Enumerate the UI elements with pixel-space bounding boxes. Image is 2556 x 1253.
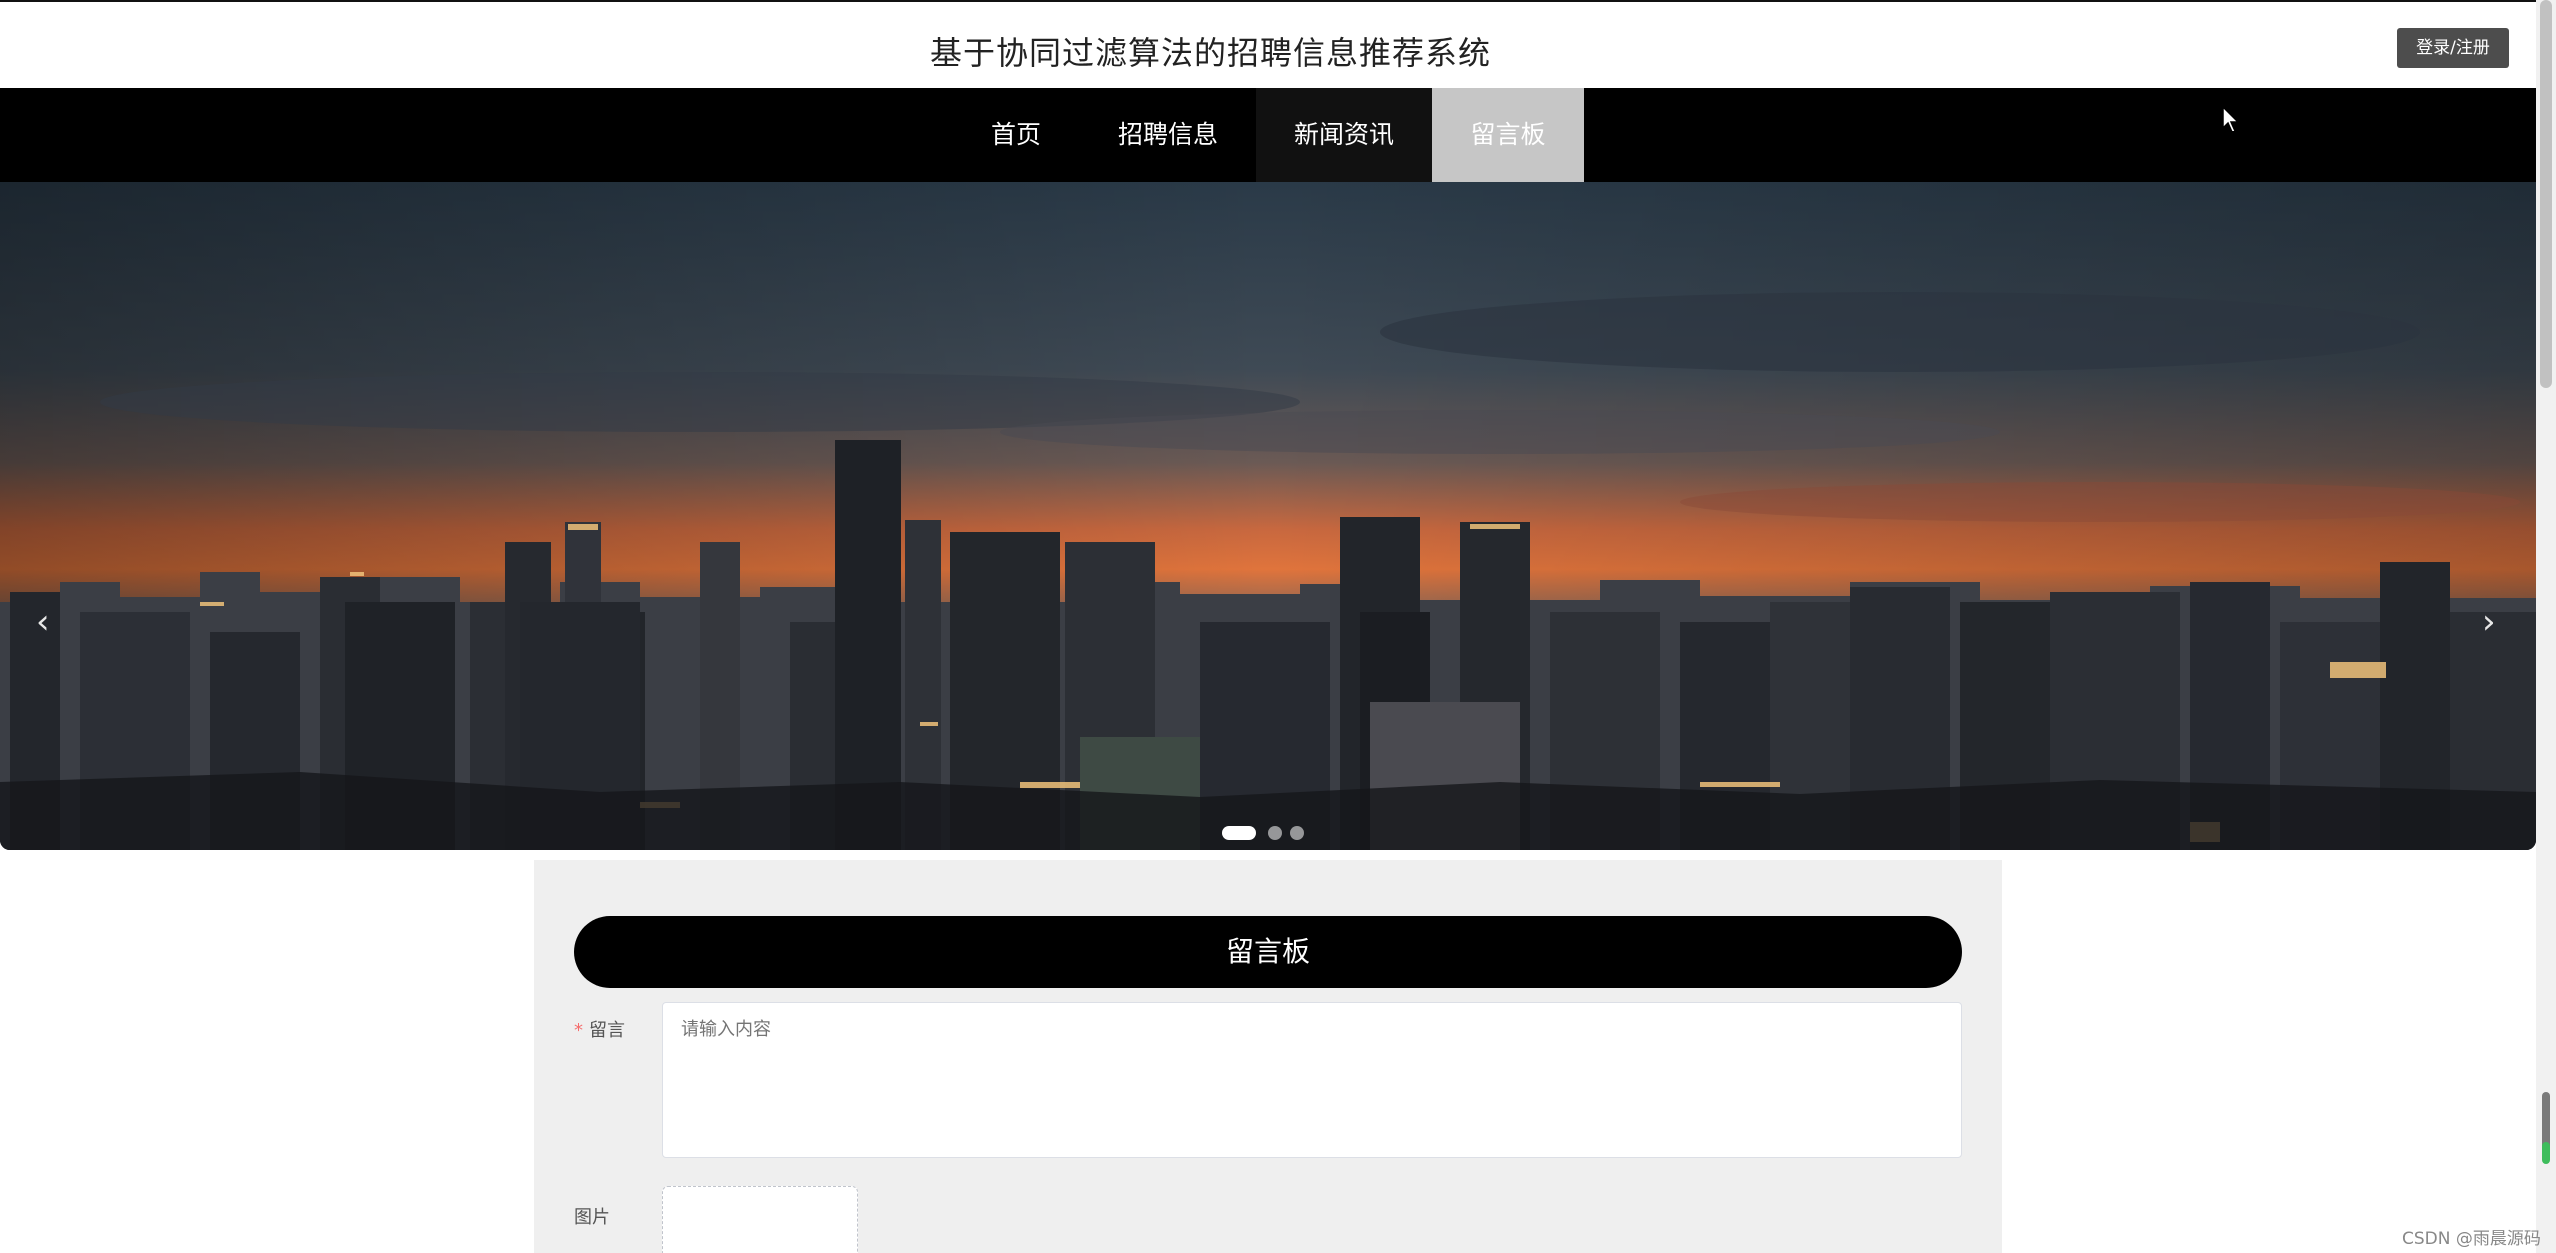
main-nav: 首页 招聘信息 新闻资讯 留言板 (0, 88, 2536, 182)
message-label: * 留言 (574, 1016, 625, 1042)
scroll-indicator (2542, 1142, 2550, 1164)
banner-carousel: ‹ › (0, 182, 2536, 850)
message-textarea[interactable] (662, 1002, 1962, 1158)
login-register-button[interactable]: 登录/注册 (2397, 28, 2509, 68)
city-skyline-image (0, 182, 2536, 850)
required-mark: * (574, 1020, 583, 1041)
scrollbar-thumb[interactable] (2540, 0, 2552, 388)
csdn-watermark: CSDN @雨晨源码 (2402, 1229, 2541, 1249)
page-scrollbar[interactable] (2536, 0, 2556, 1253)
carousel-next-icon[interactable]: › (2482, 602, 2496, 642)
message-label-text: 留言 (589, 1020, 625, 1041)
mouse-cursor-icon (2222, 106, 2240, 133)
nav-item-message-board[interactable]: 留言板 (1432, 88, 1584, 182)
nav-item-news[interactable]: 新闻资讯 (1256, 88, 1432, 182)
carousel-dot-1[interactable] (1222, 826, 1256, 840)
site-title: 基于协同过滤算法的招聘信息推荐系统 (930, 34, 1492, 72)
message-board-panel: 留言板 * 留言 图片 (534, 860, 2002, 1253)
carousel-prev-icon[interactable]: ‹ (36, 602, 50, 642)
image-upload-area[interactable] (662, 1186, 858, 1253)
header: 基于协同过滤算法的招聘信息推荐系统 登录/注册 (0, 0, 2536, 88)
panel-title: 留言板 (574, 916, 1962, 988)
nav-item-jobs[interactable]: 招聘信息 (1090, 88, 1246, 182)
image-label: 图片 (574, 1207, 610, 1228)
carousel-dot-2[interactable] (1268, 826, 1282, 840)
nav-item-home[interactable]: 首页 (966, 88, 1066, 182)
carousel-dot-3[interactable] (1290, 826, 1304, 840)
